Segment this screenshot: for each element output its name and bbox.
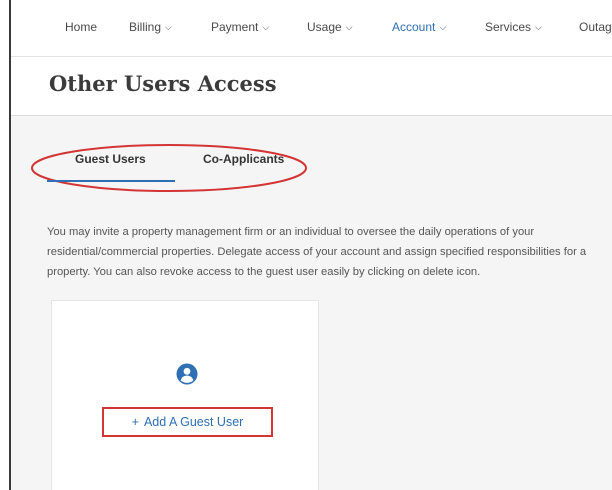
nav-item-label: Usage xyxy=(307,20,342,34)
guest-user-card: + Add A Guest User xyxy=(51,300,319,490)
add-guest-user-label: Add A Guest User xyxy=(143,415,244,429)
chevron-down-icon: ⌵ xyxy=(345,22,353,32)
nav-item-label: Billing xyxy=(129,20,162,34)
nav-item-label: Outag xyxy=(579,20,612,34)
chevron-down-icon: ⌵ xyxy=(535,22,542,32)
page-title: Other Users Access xyxy=(49,71,277,96)
nav-item-outages[interactable]: Outag xyxy=(579,20,612,34)
nav-item-home[interactable]: Home xyxy=(65,20,97,34)
main-content: Guest Users Co-Applicants You may invite… xyxy=(11,116,612,490)
nav-item-billing[interactable]: Billing ⌵ xyxy=(129,20,172,34)
nav-item-payment[interactable]: Payment ⌵ xyxy=(211,20,269,34)
nav-item-usage[interactable]: Usage ⌵ xyxy=(307,20,353,34)
user-circle-icon xyxy=(176,363,198,385)
add-guest-user-button[interactable]: + Add A Guest User xyxy=(102,407,273,437)
nav-item-account[interactable]: Account ⌵ xyxy=(392,20,446,34)
chevron-down-icon: ⌵ xyxy=(262,22,270,32)
app-frame: Home Billing ⌵ Payment ⌵ Usage ⌵ Account ⌵ S… xyxy=(9,0,612,490)
page-header: Other Users Access xyxy=(11,57,612,116)
top-navigation: Home Billing ⌵ Payment ⌵ Usage ⌵ Account ⌵ S… xyxy=(11,0,612,57)
nav-item-services[interactable]: Services ⌵ xyxy=(485,20,542,34)
plus-icon: + xyxy=(131,415,139,429)
tab-guest-users[interactable]: Guest Users xyxy=(75,152,146,166)
nav-item-label: Services xyxy=(485,20,532,34)
nav-item-label: Home xyxy=(65,20,98,34)
tab-co-applicants[interactable]: Co-Applicants xyxy=(203,152,284,166)
chevron-down-icon: ⌵ xyxy=(439,22,447,32)
nav-item-label: Account xyxy=(392,20,436,34)
chevron-down-icon: ⌵ xyxy=(165,22,172,32)
active-tab-indicator xyxy=(47,180,175,182)
access-description: You may invite a property management fir… xyxy=(47,226,587,278)
tab-bar: Guest Users Co-Applicants xyxy=(47,152,307,184)
nav-item-label: Payment xyxy=(211,20,259,34)
